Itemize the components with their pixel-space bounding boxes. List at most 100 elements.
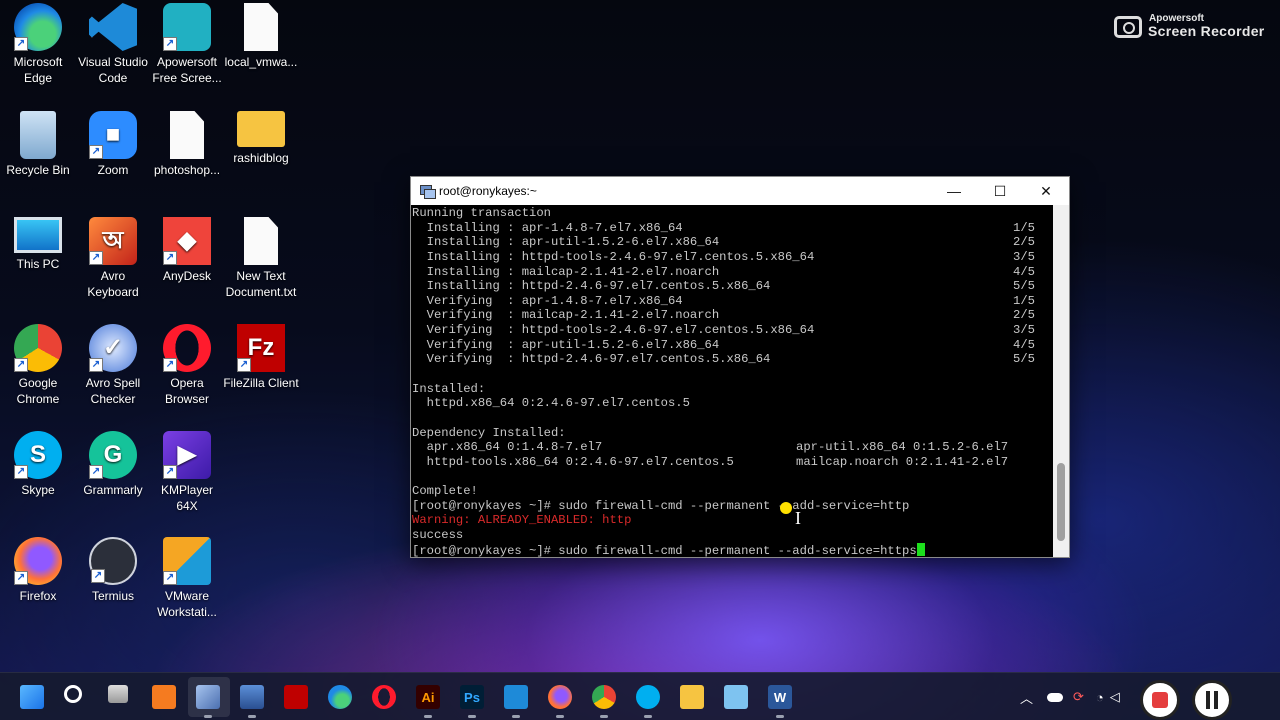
desktop-icon[interactable]: Fz ↗ FileZilla Client [223, 324, 299, 391]
desktop-icon[interactable]: ↗ Termius [75, 537, 151, 604]
taskbar-filezilla-button[interactable] [284, 685, 308, 709]
sync-icon[interactable]: ⟳ [1073, 689, 1084, 705]
monitor-icon [14, 217, 62, 253]
taskbar-task-view-button[interactable] [108, 685, 128, 703]
terminal-progress: 4/5 [1013, 337, 1035, 352]
terminal-titlebar[interactable]: root@ronykayes:~ — ☐ ✕ [411, 177, 1069, 205]
taskbar-firefox-button[interactable] [548, 685, 572, 718]
terminal-line: Verifying : httpd-tools-2.4.6-97.el7.cen… [412, 323, 1055, 338]
desktop-icon[interactable]: local_vmwa... [223, 3, 299, 70]
taskbar-word-button[interactable]: W [768, 685, 792, 718]
desktop-icon[interactable]: ▶ ↗ KMPlayer 64X [149, 431, 225, 514]
avro-spell-icon: ✓ ↗ [89, 324, 137, 372]
desktop-icon-label: Visual Studio Code [78, 55, 148, 85]
terminal-line: success [412, 528, 1055, 543]
avro-keyboard-icon: অ ↗ [89, 217, 137, 265]
minimize-button[interactable]: — [931, 177, 977, 205]
taskbar-file-explorer-button[interactable] [680, 685, 704, 709]
desktop-icon[interactable]: S ↗ Skype [0, 431, 76, 498]
anydesk-icon: ◆ ↗ [163, 217, 211, 265]
desktop-icon[interactable]: ↗ Apowersoft Free Scree... [149, 3, 225, 86]
terminal-window[interactable]: root@ronykayes:~ — ☐ ✕ Running transacti… [410, 176, 1070, 558]
desktop-icon-label: photoshop... [153, 163, 221, 177]
speaker-icon[interactable]: ◁ [1110, 689, 1120, 705]
terminal-line-text: httpd-tools.x86_64 0:2.4.6-97.el7.centos… [412, 454, 734, 469]
desktop-icon[interactable]: photoshop... [149, 111, 225, 178]
terminal-line-text: Installing : httpd-2.4.6-97.el7.centos.5… [412, 279, 771, 294]
terminal-line: Installing : httpd-2.4.6-97.el7.centos.5… [412, 279, 1055, 294]
terminal-scrollbar[interactable] [1053, 205, 1069, 557]
terminal-line-text: [root@ronykayes ~]# sudo firewall-cmd --… [412, 498, 910, 513]
wifi-icon[interactable]: ◔ [1096, 690, 1104, 705]
taskbar-vscode-button[interactable] [504, 685, 528, 718]
close-button[interactable]: ✕ [1023, 177, 1069, 205]
desktop-icon-label: Avro Spell Checker [85, 376, 141, 406]
terminal-progress: 1/5 [1013, 293, 1035, 308]
terminal-line: Verifying : apr-1.4.8-7.el7.x86_64 1/5 [412, 294, 1055, 309]
grammarly-icon: G ↗ [89, 431, 137, 479]
desktop-icon[interactable]: ↗ Visual Studio Code [75, 3, 151, 86]
taskbar-photoshop-button[interactable]: Ps [460, 685, 484, 718]
terminal-line-text: Dependency Installed: [412, 425, 566, 440]
chevron-up-icon[interactable]: ︿ [1020, 688, 1033, 707]
scrollbar-thumb[interactable] [1057, 463, 1065, 541]
taskbar-skype-button[interactable] [636, 685, 660, 718]
taskbar-remote-desktop-button[interactable] [240, 685, 264, 718]
desktop-icon[interactable]: ■ ↗ Zoom [75, 111, 151, 178]
desktop-icon[interactable]: Recycle Bin [0, 111, 76, 178]
terminal-line: Running transaction [412, 206, 1055, 221]
taskbar-search-button[interactable] [64, 685, 82, 703]
shortcut-arrow-icon: ↗ [237, 358, 251, 372]
terminal-progress: 3/5 [1013, 249, 1035, 264]
recorder-brand-bottom: Screen Recorder [1148, 23, 1265, 39]
shortcut-arrow-icon: ↗ [89, 37, 103, 51]
folder-icon [237, 111, 285, 147]
terminal-line: Installing : apr-util-1.5.2-6.el7.x86_64… [412, 235, 1055, 250]
taskbar: Ai Ps W ︿ ⟳ ◔ ◁ [0, 672, 1280, 720]
stop-recording-button[interactable] [1140, 680, 1180, 720]
pause-recording-button[interactable] [1192, 680, 1232, 720]
taskbar-chrome-button[interactable] [592, 685, 616, 718]
photoshop-icon: Ps [464, 689, 480, 705]
text-file-icon [170, 111, 204, 159]
desktop-icon[interactable]: ✓ ↗ Avro Spell Checker [75, 324, 151, 407]
desktop-icon-label: Skype [21, 483, 55, 497]
terminal-line: Verifying : httpd-2.4.6-97.el7.centos.5.… [412, 352, 1055, 367]
terminal-line-text: [root@ronykayes ~]# sudo firewall-cmd --… [412, 542, 925, 557]
recorder-watermark: Apowersoft Screen Recorder [1114, 14, 1265, 39]
taskbar-opera-button[interactable] [372, 685, 396, 709]
desktop-icon[interactable]: This PC [0, 217, 76, 272]
taskbar-illustrator-button[interactable]: Ai [416, 685, 440, 718]
desktop-icon[interactable]: ◆ ↗ AnyDesk [149, 217, 225, 284]
maximize-button[interactable]: ☐ [977, 177, 1023, 205]
terminal-line-text: Installing : httpd-tools-2.4.6-97.el7.ce… [412, 249, 815, 264]
desktop-icon[interactable]: ↗ Google Chrome [0, 324, 76, 407]
desktop-icon[interactable]: ↗ VMware Workstati... [149, 537, 225, 620]
desktop-icon[interactable]: G ↗ Grammarly [75, 431, 151, 498]
kmplayer-icon: ▶ ↗ [163, 431, 211, 479]
desktop-icon[interactable]: rashidblog [223, 111, 299, 166]
desktop-icon[interactable]: ↗ Microsoft Edge [0, 3, 76, 86]
taskbar-start-button[interactable] [20, 685, 44, 709]
desktop-icon-label: local_vmwa... [224, 55, 298, 69]
stop-icon [1152, 692, 1168, 708]
onedrive-icon[interactable] [1047, 692, 1064, 702]
taskbar-notepad-button[interactable] [724, 685, 748, 709]
desktop-icon[interactable]: New Text Document.txt [223, 217, 299, 300]
desktop-icon-label: Firefox [19, 589, 57, 603]
shortcut-arrow-icon: ↗ [14, 465, 28, 479]
terminal-line-text: success [412, 528, 464, 543]
desktop-icon[interactable]: অ ↗ Avro Keyboard [75, 217, 151, 300]
terminal-output[interactable]: Running transaction Installing : apr-1.4… [411, 205, 1055, 557]
desktop-icon[interactable]: ↗ Firefox [0, 537, 76, 604]
shortcut-arrow-icon: ↗ [163, 251, 177, 265]
taskbar-edge-button[interactable] [328, 685, 352, 709]
taskbar-xampp-button[interactable] [152, 685, 176, 709]
illustrator-icon: Ai [421, 689, 435, 705]
terminal-line-text: Verifying : httpd-tools-2.4.6-97.el7.cen… [412, 323, 815, 338]
shortcut-arrow-icon: ↗ [163, 37, 177, 51]
desktop-icon[interactable]: ↗ Opera Browser [149, 324, 225, 407]
taskbar-putty-button[interactable] [196, 685, 220, 718]
desktop-icon-label: This PC [16, 257, 60, 271]
